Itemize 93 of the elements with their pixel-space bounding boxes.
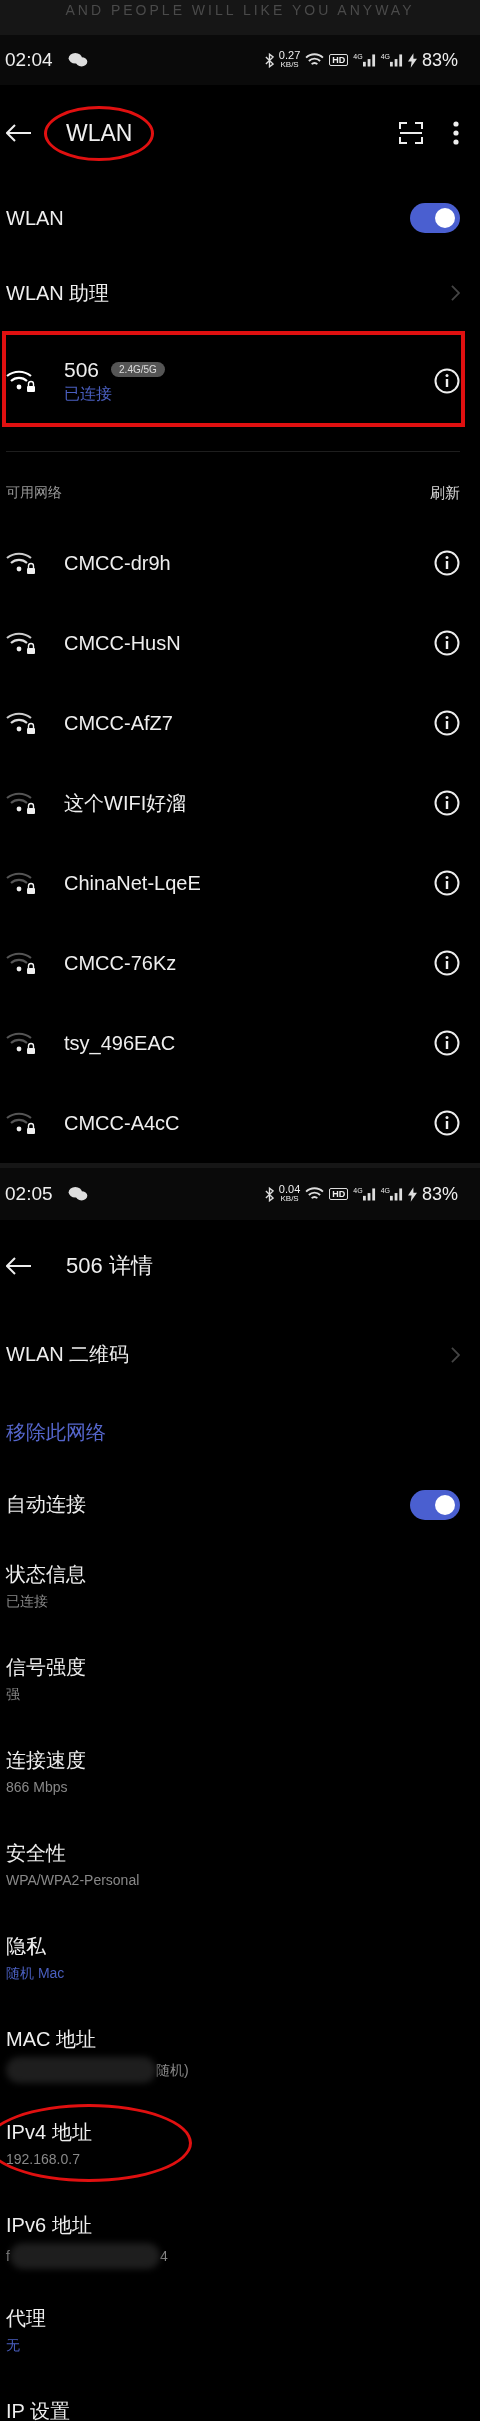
status-time: 02:05 [5, 1183, 53, 1205]
auto-connect-label: 自动连接 [6, 1492, 87, 1517]
bluetooth-icon [264, 52, 274, 68]
network-name: 这个WIFI好溜 [64, 790, 187, 816]
wlan-assistant-label: WLAN 助理 [6, 280, 111, 306]
network-row[interactable]: CMCC-AfZ7 [0, 683, 480, 763]
detail-title: IPv6 地址 [6, 2213, 93, 2237]
network-name: ChinaNet-LqeE [64, 871, 201, 895]
back-arrow-icon[interactable] [6, 124, 32, 143]
toggle-switch[interactable] [410, 1489, 460, 1520]
chevron-right-icon [451, 285, 460, 301]
detail-title: MAC 地址 [6, 2027, 97, 2051]
info-icon[interactable] [434, 870, 460, 896]
info-icon[interactable] [434, 550, 460, 576]
detail-title: 连接速度 [6, 1748, 86, 1772]
wlan-toggle-row[interactable]: WLAN [0, 181, 480, 255]
hd-badge: HD [329, 1188, 349, 1200]
wifi-icon [305, 52, 325, 68]
connected-network-row[interactable]: 506 2.4G/5G 已连接 [0, 331, 480, 431]
charging-bolt-icon [407, 52, 417, 68]
scan-icon[interactable] [399, 122, 423, 145]
network-speed-unit: KB/S [280, 60, 299, 70]
network-name: CMCC-dr9h [64, 551, 171, 575]
detail-value: 强 [6, 1685, 21, 1703]
wifi-icon [305, 1186, 325, 1202]
detail-value: 192.168.0.7 [6, 2150, 81, 2168]
band-badge: 2.4G/5G [111, 362, 165, 377]
info-icon[interactable] [434, 790, 460, 816]
network-name: tsy_496EAC [64, 1031, 176, 1055]
bluetooth-icon [264, 1186, 274, 1202]
detail-title: 代理 [6, 2306, 46, 2330]
chat-bubbles-icon [67, 52, 88, 69]
network-row[interactable]: CMCC-HusN [0, 603, 480, 683]
info-icon[interactable] [434, 1110, 460, 1136]
chevron-right-icon [451, 1346, 460, 1363]
wifi-lock-icon [6, 369, 36, 393]
detail-value: 已连接 [6, 1592, 49, 1610]
detail-title: 信号强度 [6, 1655, 86, 1679]
info-icon[interactable] [434, 1030, 460, 1056]
wlan-label: WLAN [6, 206, 65, 230]
detail-value: WPA/WPA2-Personal [6, 1871, 140, 1889]
detail-value-fragment: 随机) [156, 2061, 189, 2079]
signal-bars-icon [362, 1187, 376, 1201]
signal-bars-icon [389, 1187, 403, 1201]
detail-title: IPv4 地址 [6, 2120, 92, 2144]
detail-value-fragment: 4 [159, 2247, 168, 2265]
refresh-link[interactable]: 刷新 [430, 483, 460, 503]
wlan-assistant-row[interactable]: WLAN 助理 [0, 255, 480, 331]
detail-title: 状态信息 [6, 1562, 86, 1586]
more-options-icon[interactable] [453, 121, 459, 146]
network-name: CMCC-A4cC [64, 1111, 180, 1135]
info-icon[interactable] [434, 368, 460, 394]
battery-percentage: 83% [421, 49, 458, 71]
network-speed-unit: KB/S [280, 1194, 299, 1203]
network-name: 506 [64, 357, 100, 382]
remove-network-link[interactable]: 移除此网络 [6, 1418, 460, 1446]
qr-code-row[interactable]: WLAN 二维码 [0, 1312, 480, 1397]
charging-bolt-icon [407, 1186, 417, 1202]
detail-value: 随机 Mac [6, 1964, 65, 1982]
detail-value: 866 Mbps [6, 1778, 69, 1796]
detail-title: 安全性 [6, 1841, 67, 1865]
network-row[interactable]: CMCC-A4cC [0, 1083, 480, 1163]
network-speed-value: 0.04 [278, 1185, 301, 1194]
section-header: 可用网络 [6, 484, 62, 502]
network-speed-value: 0.27 [278, 51, 301, 61]
qr-code-label: WLAN 二维码 [6, 1342, 131, 1367]
signal-bars-icon [389, 53, 403, 68]
auto-connect-row[interactable]: 自动连接 [0, 1467, 480, 1542]
info-icon[interactable] [434, 630, 460, 656]
status-time: 02:04 [5, 49, 53, 72]
detail-title: IP 设置 [6, 2399, 71, 2421]
battery-percentage: 83% [421, 1183, 458, 1205]
chat-bubbles-icon [67, 1186, 88, 1202]
network-row[interactable]: 这个WIFI好溜 [0, 763, 480, 843]
detail-value: 无 [6, 2336, 21, 2354]
toggle-switch[interactable] [410, 203, 460, 233]
detail-title: 隐私 [6, 1934, 47, 1958]
network-row[interactable]: CMCC-dr9h [0, 523, 480, 603]
info-icon[interactable] [434, 710, 460, 736]
network-name: CMCC-HusN [64, 631, 181, 655]
network-name: CMCC-AfZ7 [64, 711, 173, 735]
detail-value-fragment: f [6, 2247, 10, 2265]
back-arrow-icon[interactable] [6, 1257, 32, 1275]
network-name: CMCC-76Kz [64, 951, 177, 975]
info-icon[interactable] [434, 950, 460, 976]
screen-title: WLAN [66, 119, 133, 147]
screen-title: 506 详情 [66, 1252, 153, 1280]
signal-bars-icon [362, 53, 376, 68]
hd-badge: HD [329, 54, 349, 67]
network-row[interactable]: tsy_496EAC [0, 1003, 480, 1083]
network-row[interactable]: ChinaNet-LqeE [0, 843, 480, 923]
connection-status: 已连接 [64, 383, 113, 404]
network-row[interactable]: CMCC-76Kz [0, 923, 480, 1003]
